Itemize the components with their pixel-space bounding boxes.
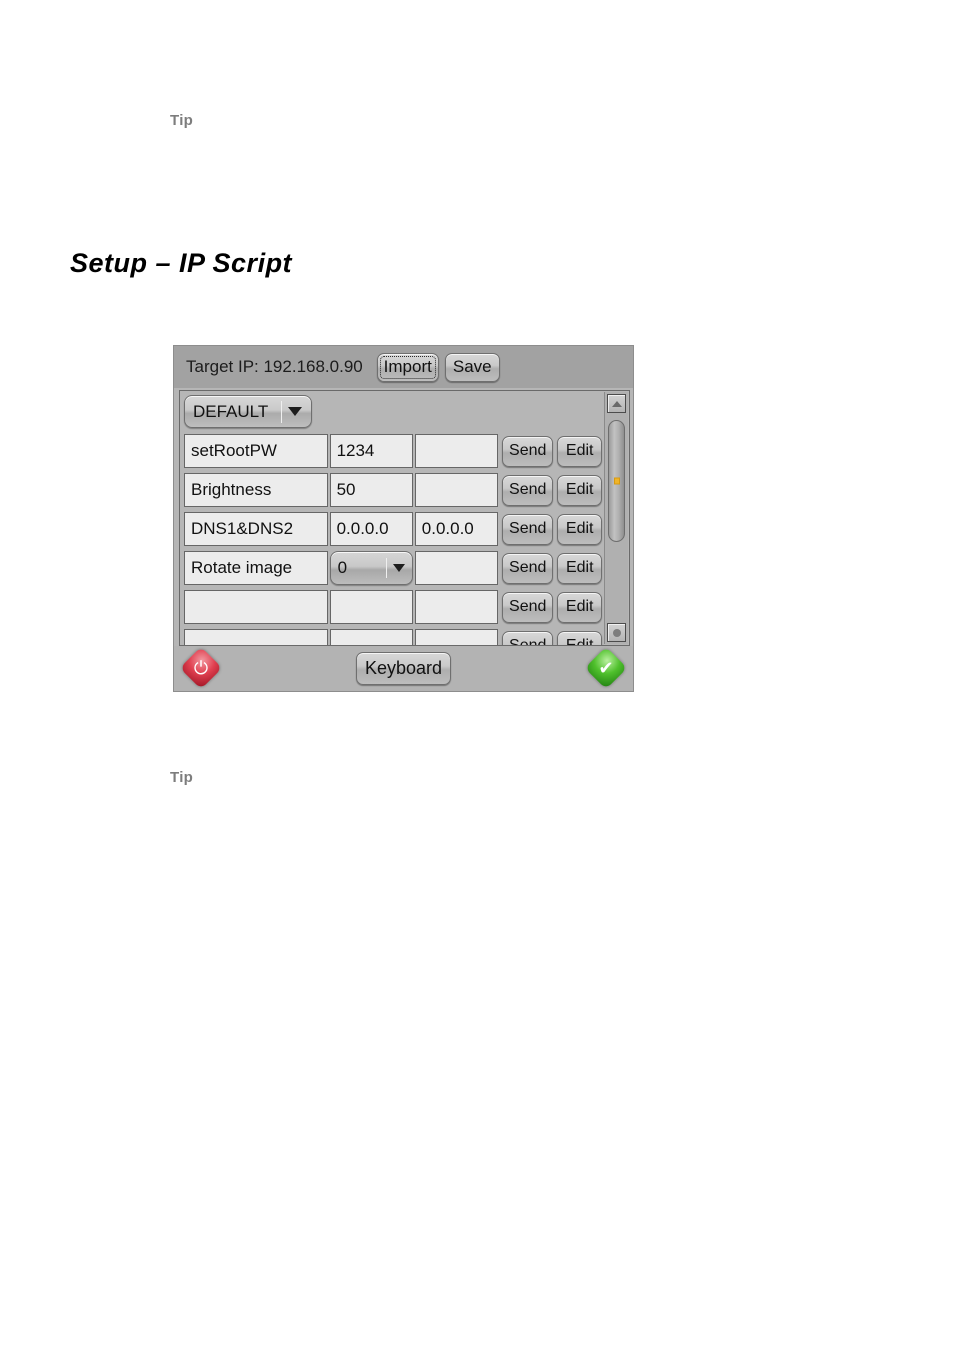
profile-select-value: DEFAULT bbox=[193, 401, 269, 421]
row-value2-cell[interactable] bbox=[414, 590, 498, 624]
keyboard-button[interactable]: Keyboard bbox=[356, 652, 451, 685]
send-button[interactable]: Send bbox=[501, 591, 554, 623]
chevron-down-icon bbox=[288, 407, 302, 416]
edit-button[interactable]: Edit bbox=[557, 474, 602, 506]
send-button[interactable]: Send bbox=[501, 513, 554, 545]
panel-footer: ⏻ Keyboard ✔ bbox=[174, 646, 633, 691]
circle-icon bbox=[612, 628, 621, 637]
table-row[interactable]: Rotate image 0 Send Edit bbox=[184, 549, 602, 587]
send-button[interactable]: Send bbox=[501, 630, 554, 645]
row-name-cell[interactable]: setRootPW bbox=[184, 434, 328, 468]
table-row[interactable]: Send Edit bbox=[184, 588, 602, 626]
row-name-cell[interactable]: DNS1&DNS2 bbox=[184, 512, 328, 546]
row-value1-select[interactable]: 0 bbox=[329, 551, 413, 585]
send-button[interactable]: Send bbox=[501, 435, 554, 467]
row-name-cell[interactable] bbox=[184, 629, 328, 645]
power-glyph: ⏻ bbox=[193, 658, 209, 678]
import-button[interactable]: Import bbox=[376, 352, 439, 382]
row-value1-cell[interactable]: 1234 bbox=[329, 434, 413, 468]
scrollbar-thumb[interactable] bbox=[608, 420, 625, 542]
row-value1-cell[interactable]: 50 bbox=[329, 473, 413, 507]
row-name-cell[interactable] bbox=[184, 590, 328, 624]
row-value2-cell[interactable] bbox=[414, 629, 498, 645]
check-icon[interactable]: ✔ bbox=[584, 646, 628, 690]
row-value2-cell[interactable]: 0.0.0.0 bbox=[414, 512, 498, 546]
check-glyph: ✔ bbox=[598, 658, 614, 678]
select-divider bbox=[385, 558, 387, 578]
triangle-up-icon bbox=[611, 400, 622, 407]
edit-button[interactable]: Edit bbox=[557, 552, 602, 584]
edit-button[interactable]: Edit bbox=[557, 435, 602, 467]
row-name-cell[interactable]: Rotate image bbox=[184, 551, 328, 585]
device-screen-panel: Target IP: 192.168.0.90 Import Save DEFA… bbox=[173, 345, 634, 692]
select-divider bbox=[281, 400, 282, 423]
table-row[interactable]: Send Edit bbox=[184, 627, 602, 645]
script-list-body: DEFAULT setRootPW 1234 Send Edit Brightn… bbox=[179, 390, 630, 646]
table-row[interactable]: setRootPW 1234 Send Edit bbox=[184, 432, 602, 470]
scroll-down-button[interactable] bbox=[607, 623, 626, 642]
tip-label-top: Tip bbox=[170, 112, 194, 129]
scrollbar-marker-icon bbox=[613, 477, 620, 485]
row-value2-cell[interactable] bbox=[414, 551, 498, 585]
send-button[interactable]: Send bbox=[501, 474, 554, 506]
row-value2-cell[interactable] bbox=[414, 434, 498, 468]
row-value1-cell[interactable] bbox=[329, 629, 413, 645]
row-value1-select-value: 0 bbox=[337, 558, 348, 577]
profile-select[interactable]: DEFAULT bbox=[184, 395, 312, 428]
script-rows: setRootPW 1234 Send Edit Brightness 50 S… bbox=[184, 432, 602, 645]
save-button[interactable]: Save bbox=[444, 352, 500, 382]
row-value1-cell[interactable] bbox=[329, 590, 413, 624]
table-row[interactable]: DNS1&DNS2 0.0.0.0 0.0.0.0 Send Edit bbox=[184, 510, 602, 548]
row-value2-cell[interactable] bbox=[414, 473, 498, 507]
edit-button[interactable]: Edit bbox=[557, 591, 602, 623]
tip-label-bottom: Tip bbox=[170, 769, 194, 786]
scroll-up-button[interactable] bbox=[607, 394, 626, 413]
edit-button[interactable]: Edit bbox=[557, 513, 602, 545]
table-row[interactable]: Brightness 50 Send Edit bbox=[184, 471, 602, 509]
chevron-down-icon bbox=[392, 564, 405, 572]
row-name-cell[interactable]: Brightness bbox=[184, 473, 328, 507]
script-list-area: DEFAULT setRootPW 1234 Send Edit Brightn… bbox=[180, 391, 604, 645]
panel-header: Target IP: 192.168.0.90 Import Save bbox=[174, 346, 633, 388]
send-button[interactable]: Send bbox=[501, 552, 554, 584]
edit-button[interactable]: Edit bbox=[557, 630, 602, 645]
power-reset-icon[interactable]: ⏻ bbox=[179, 646, 223, 690]
vertical-scrollbar[interactable] bbox=[604, 392, 628, 644]
page-title: Setup – IP Script bbox=[70, 248, 293, 278]
row-value1-cell[interactable]: 0.0.0.0 bbox=[329, 512, 413, 546]
target-ip-label: Target IP: 192.168.0.90 bbox=[186, 357, 363, 376]
